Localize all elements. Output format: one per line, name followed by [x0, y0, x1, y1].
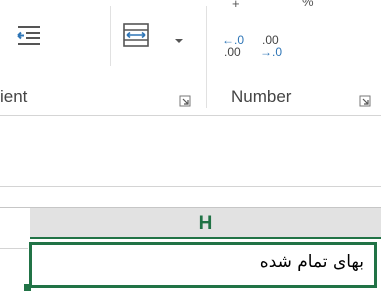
formula-bar-border: [0, 186, 381, 187]
ribbon-border: [0, 115, 381, 116]
row-header-strip: [0, 208, 30, 291]
decrease-decimal-button[interactable]: .00 →.0: [260, 34, 294, 64]
group-separator: [110, 6, 111, 66]
alignment-group-label: ient: [0, 87, 28, 106]
cell-value: بهای تمام شده: [259, 252, 364, 272]
dialog-launcher-icon: [179, 95, 191, 107]
merge-dropdown-button[interactable]: [173, 32, 185, 43]
chevron-down-icon: [175, 39, 183, 43]
alignment-dialog-launcher[interactable]: [179, 94, 191, 107]
increase-decimal-button[interactable]: ←.0 .00: [222, 34, 256, 64]
top-partial-icon: +: [232, 0, 240, 11]
merge-center-icon: [123, 23, 149, 47]
decrease-indent-icon: [17, 26, 40, 45]
column-header-h[interactable]: H: [30, 208, 381, 239]
decrease-indent-button[interactable]: [14, 22, 44, 48]
column-header-label: H: [198, 213, 213, 234]
decrease-decimal-bottom: →.0: [260, 45, 283, 59]
row-divider: [0, 248, 28, 249]
dialog-launcher-icon: [359, 95, 371, 107]
fill-handle[interactable]: [24, 284, 31, 291]
number-dialog-launcher[interactable]: [359, 94, 371, 107]
increase-decimal-bottom: .00: [224, 45, 241, 59]
active-cell[interactable]: بهای تمام شده: [29, 242, 377, 288]
number-group-label: Number: [231, 87, 292, 106]
group-separator: [206, 6, 207, 108]
merge-center-button[interactable]: [120, 20, 152, 50]
percent-style-button[interactable]: %: [302, 0, 314, 9]
